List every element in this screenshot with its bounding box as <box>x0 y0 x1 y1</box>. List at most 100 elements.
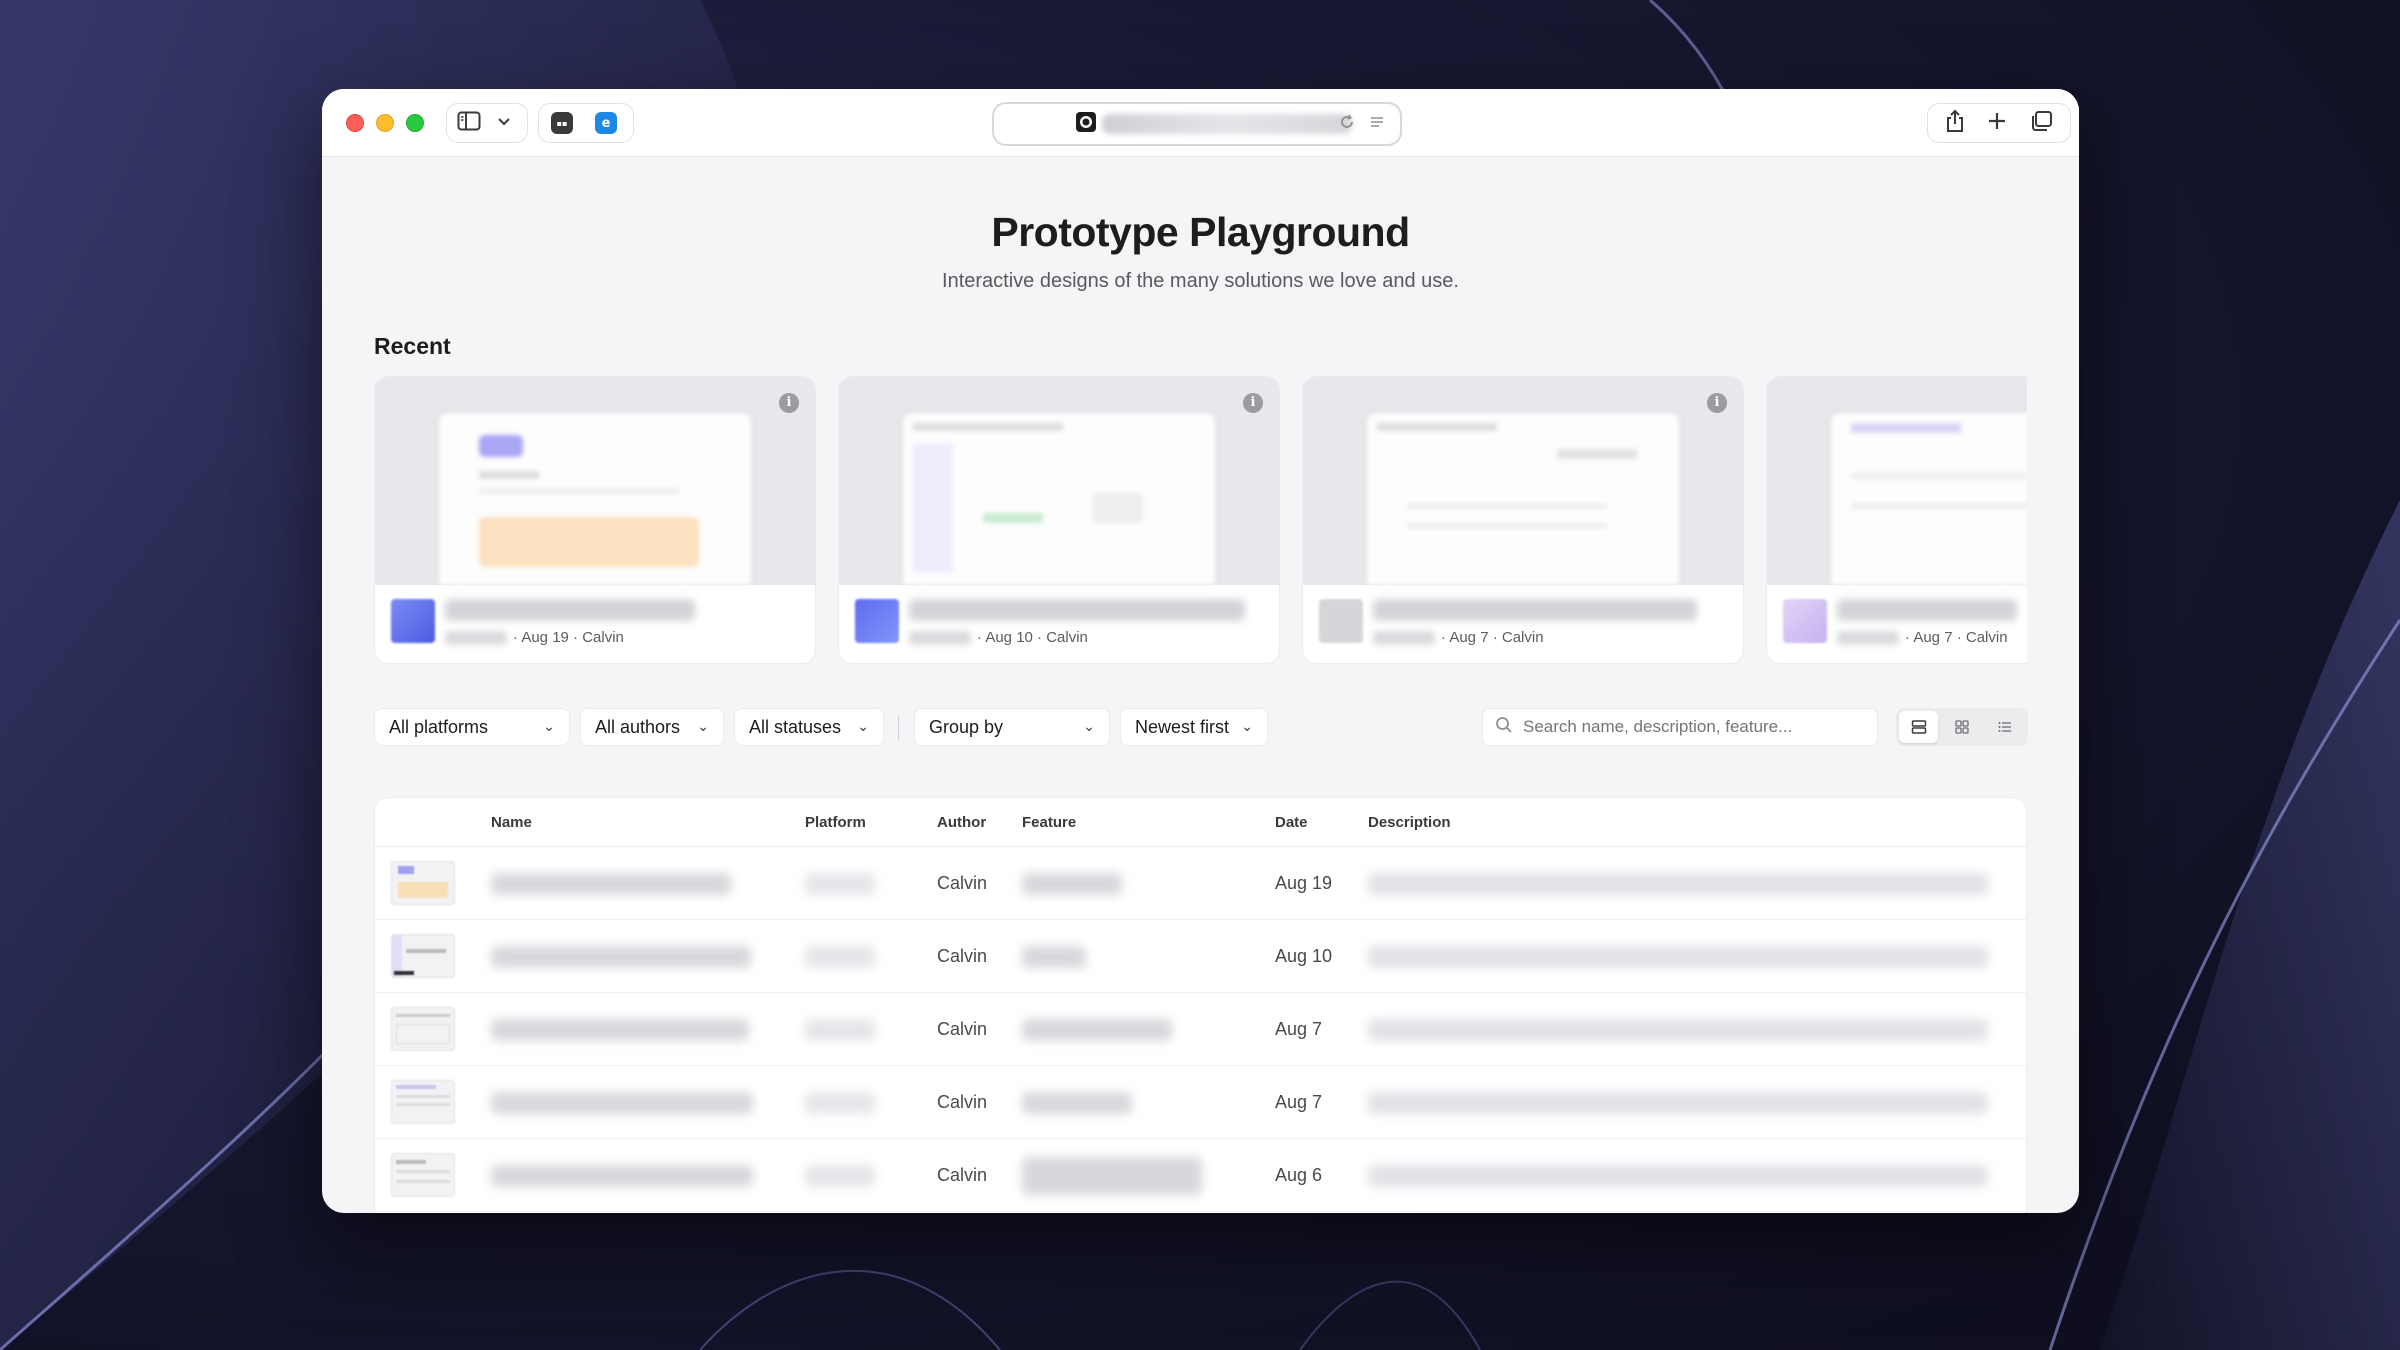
column-name[interactable]: Name <box>491 814 532 831</box>
minimize-window-button[interactable] <box>376 114 394 132</box>
browser-toolbar: ▪▪ e <box>322 89 2079 157</box>
table-row[interactable]: Calvin Aug 7 <box>375 1066 2026 1139</box>
row-thumbnail <box>391 934 455 978</box>
row-feature-redacted <box>1022 1019 1172 1041</box>
status-filter[interactable]: All statuses ⌄ <box>734 708 884 746</box>
chevron-down-icon[interactable] <box>497 114 511 132</box>
author-filter-label: All authors <box>595 716 681 737</box>
row-platform-redacted <box>805 946 875 968</box>
column-author[interactable]: Author <box>937 814 986 831</box>
github-icon <box>1076 111 1096 137</box>
table-view-button[interactable] <box>1899 711 1939 743</box>
column-feature[interactable]: Feature <box>1022 814 1076 831</box>
row-feature-redacted <box>1022 1092 1132 1114</box>
tab-overview-icon[interactable] <box>2029 110 2053 137</box>
row-feature-redacted <box>1022 873 1122 895</box>
filter-divider <box>898 716 899 740</box>
pinned-tab-blue-icon[interactable]: e <box>595 112 617 134</box>
sidebar-icon[interactable] <box>457 111 481 136</box>
row-platform-redacted <box>805 873 875 895</box>
window-controls <box>346 114 424 132</box>
card-footer: · Aug 10 · Calvin <box>839 585 1279 663</box>
list-view-button[interactable] <box>1986 711 2025 743</box>
grid-view-button[interactable] <box>1942 711 1981 743</box>
table-row[interactable]: Calvin Aug 19 <box>375 847 2026 920</box>
column-date[interactable]: Date <box>1275 814 1308 831</box>
row-name-redacted <box>491 1019 749 1041</box>
pinned-tab-dark-icon[interactable]: ▪▪ <box>551 112 573 134</box>
search-input[interactable] <box>1523 717 1863 737</box>
group-by-label: Group by <box>929 716 1004 737</box>
platform-filter[interactable]: All platforms ⌄ <box>374 708 570 746</box>
row-author: Calvin <box>937 1165 988 1185</box>
row-platform-redacted <box>805 1019 875 1041</box>
search-icon <box>1495 716 1513 739</box>
new-tab-icon[interactable] <box>1987 111 2007 136</box>
row-date: Aug 7 <box>1275 1019 1323 1039</box>
recent-carousel: i · Aug 19 · Calvin i · Aug 10 · Calvin … <box>374 376 2027 666</box>
sort-select[interactable]: Newest first ⌄ <box>1120 708 1268 746</box>
card-meta: · Aug 7 · Calvin <box>1837 629 2008 646</box>
info-icon[interactable]: i <box>1243 393 1263 413</box>
table-row[interactable]: Calvin Aug 10 <box>375 920 2026 993</box>
table-row[interactable]: Calvin Aug 7 <box>375 993 2026 1066</box>
column-platform[interactable]: Platform <box>805 814 866 831</box>
row-feature-redacted <box>1022 946 1086 968</box>
close-window-button[interactable] <box>346 114 364 132</box>
page-subtitle: Interactive designs of the many solution… <box>942 270 1459 292</box>
share-icon[interactable] <box>1945 109 1965 138</box>
reload-icon[interactable] <box>1338 113 1356 136</box>
card-title-redacted <box>1837 599 2017 621</box>
info-icon[interactable]: i <box>779 393 799 413</box>
column-description[interactable]: Description <box>1368 814 1451 831</box>
row-description-redacted <box>1368 1165 1988 1187</box>
grid-icon <box>1955 720 1969 734</box>
row-name-redacted <box>491 946 751 968</box>
recent-card[interactable]: · Aug 7 · Calvin <box>1766 376 2027 664</box>
status-filter-label: All statuses <box>749 716 842 737</box>
row-date: Aug 7 <box>1275 1092 1323 1112</box>
zoom-window-button[interactable] <box>406 114 424 132</box>
search-box <box>1482 708 1878 746</box>
card-preview-image <box>903 413 1215 585</box>
card-preview-image <box>1367 413 1679 585</box>
recent-card[interactable]: i · Aug 7 · Calvin <box>1302 376 1744 664</box>
row-author: Calvin <box>937 1019 988 1039</box>
card-title-redacted <box>445 599 695 621</box>
browser-window: ▪▪ e Prototype Playground Interactive de… <box>322 89 2079 1213</box>
row-thumbnail <box>391 1007 455 1051</box>
row-description-redacted <box>1368 873 1988 895</box>
row-feature-redacted <box>1022 1157 1202 1195</box>
address-bar[interactable] <box>992 102 1402 146</box>
row-author: Calvin <box>937 946 988 966</box>
table-row[interactable]: Calvin Aug 6 <box>375 1139 2026 1212</box>
card-footer: · Aug 7 · Calvin <box>1767 585 2027 663</box>
row-name-redacted <box>491 1165 753 1187</box>
row-thumbnail <box>391 861 455 905</box>
address-actions <box>1338 113 1386 136</box>
card-preview-image <box>439 413 751 585</box>
card-footer: · Aug 19 · Calvin <box>375 585 815 663</box>
rows-icon <box>1911 720 1926 734</box>
toolbar-actions <box>1927 103 2071 143</box>
card-preview: i <box>839 377 1279 585</box>
info-icon[interactable]: i <box>1707 393 1727 413</box>
recent-card[interactable]: i · Aug 10 · Calvin <box>838 376 1280 664</box>
chevron-down-icon: ⌄ <box>1083 719 1095 735</box>
card-title-redacted <box>1373 599 1697 621</box>
card-meta: · Aug 19 · Calvin <box>445 629 624 646</box>
group-by-select[interactable]: Group by ⌄ <box>914 708 1110 746</box>
reader-mode-icon[interactable] <box>1368 113 1386 136</box>
row-name-redacted <box>491 1092 753 1114</box>
card-title-redacted <box>909 599 1245 621</box>
card-meta: · Aug 7 · Calvin <box>1373 629 1544 646</box>
sidebar-toggle-group <box>446 103 528 143</box>
author-filter[interactable]: All authors ⌄ <box>580 708 724 746</box>
row-date: Aug 10 <box>1275 946 1333 966</box>
row-thumbnail <box>391 1080 455 1124</box>
card-preview <box>1767 377 2027 585</box>
recent-card[interactable]: i · Aug 19 · Calvin <box>374 376 816 664</box>
row-author: Calvin <box>937 873 988 893</box>
pinned-tabs: ▪▪ e <box>538 103 634 143</box>
row-thumbnail <box>391 1153 455 1197</box>
